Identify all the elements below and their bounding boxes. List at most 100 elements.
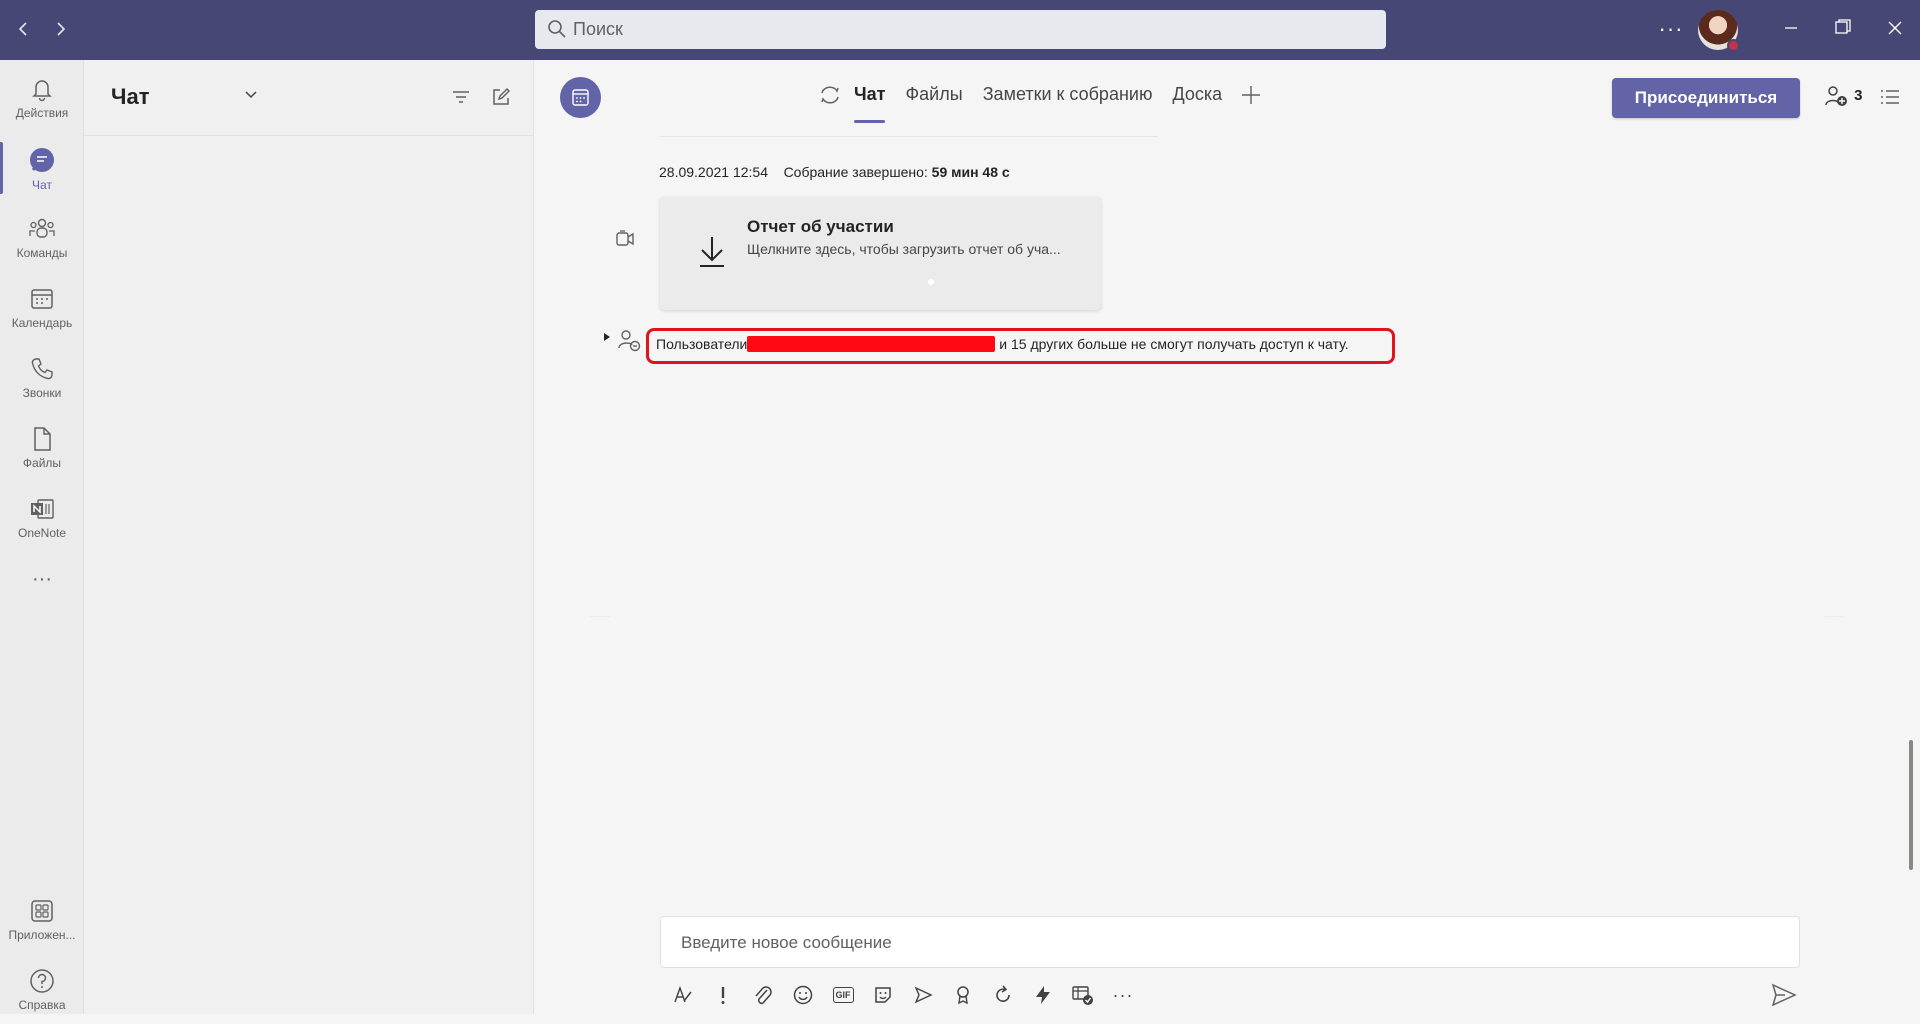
tab-whiteboard[interactable]: Доска bbox=[1172, 84, 1222, 124]
rail-item-calendar[interactable]: Календарь bbox=[0, 280, 84, 342]
status-busy-indicator bbox=[1727, 39, 1740, 52]
scrollbar-thumb[interactable] bbox=[1909, 740, 1913, 870]
loop-button[interactable] bbox=[983, 980, 1023, 1010]
meeting-date: 28.09.2021 12:54 bbox=[659, 164, 768, 180]
meet-now-icon bbox=[914, 986, 933, 1004]
search-input[interactable] bbox=[573, 16, 1363, 43]
praise-icon bbox=[957, 986, 969, 1005]
apps-icon bbox=[31, 900, 53, 922]
emoji-icon bbox=[793, 985, 813, 1005]
message-input[interactable] bbox=[681, 929, 1781, 957]
expand-caret-icon[interactable] bbox=[603, 332, 611, 342]
meeting-avatar[interactable] bbox=[560, 77, 601, 118]
more-icon: ··· bbox=[1112, 984, 1134, 1005]
calendar-icon bbox=[31, 289, 53, 309]
compose-toolbar: GIF ··· bbox=[663, 980, 1143, 1010]
close-icon bbox=[1888, 21, 1902, 35]
chat-icon bbox=[30, 148, 54, 172]
search-icon bbox=[548, 20, 566, 38]
rail-item-activity[interactable]: Действия bbox=[0, 70, 84, 132]
chevron-right-icon bbox=[57, 22, 66, 36]
message-divider bbox=[660, 136, 1158, 137]
chat-list-header: Чат bbox=[84, 60, 533, 136]
faint-divider bbox=[590, 616, 610, 617]
loop-icon bbox=[996, 985, 1010, 1002]
rail-item-apps[interactable]: Приложен... bbox=[0, 892, 84, 954]
minimize-icon bbox=[1785, 27, 1797, 29]
chevron-left-icon bbox=[18, 22, 27, 36]
praise-button[interactable] bbox=[943, 980, 983, 1010]
meeting-ended-label: Собрание завершено: bbox=[783, 164, 928, 180]
rail-item-teams[interactable]: Команды bbox=[0, 210, 84, 272]
rail-item-calls[interactable]: Звонки bbox=[0, 350, 84, 412]
rail-item-help[interactable]: Справка bbox=[0, 962, 84, 1024]
meeting-ended-meta: 28.09.2021 12:54 Собрание завершено: 59 … bbox=[659, 164, 1010, 180]
phone-icon bbox=[31, 358, 53, 380]
join-meeting-button[interactable]: Присоединиться bbox=[1612, 78, 1800, 118]
rail-label: Чат bbox=[32, 178, 52, 192]
sync-icon[interactable] bbox=[818, 84, 842, 106]
back-button[interactable] bbox=[10, 16, 38, 44]
stream-button[interactable] bbox=[1023, 980, 1063, 1010]
system-message-suffix: и 15 других больше не смогут получать до… bbox=[995, 336, 1349, 352]
more-options-button[interactable]: ··· bbox=[1103, 980, 1143, 1010]
filter-icon[interactable] bbox=[450, 86, 472, 108]
meeting-recording-icon bbox=[616, 230, 634, 246]
rail-label: Файлы bbox=[22, 456, 62, 470]
meeting-header: Чат Файлы Заметки к собранию Доска Присо… bbox=[535, 60, 1920, 136]
minimize-button[interactable] bbox=[1774, 14, 1808, 46]
add-tab-icon[interactable] bbox=[1240, 84, 1262, 106]
card-title: Отчет об участии bbox=[747, 217, 894, 236]
rail-label: Звонки bbox=[22, 386, 62, 400]
bell-icon bbox=[32, 80, 52, 102]
meet-now-button[interactable] bbox=[903, 980, 943, 1010]
chevron-down-icon[interactable] bbox=[244, 90, 258, 100]
participants-button[interactable]: 3 bbox=[1824, 84, 1863, 112]
search-box[interactable] bbox=[535, 10, 1386, 49]
compose-box[interactable] bbox=[660, 916, 1800, 968]
download-icon bbox=[700, 237, 724, 267]
maximize-button[interactable] bbox=[1826, 14, 1860, 46]
settings-more-button[interactable]: ··· bbox=[1656, 12, 1686, 46]
new-chat-icon[interactable] bbox=[490, 86, 512, 108]
chat-list-title[interactable]: Чат bbox=[111, 84, 149, 110]
forward-button[interactable] bbox=[46, 16, 74, 44]
attach-button[interactable] bbox=[743, 980, 783, 1010]
card-indicator-dot bbox=[928, 279, 934, 285]
calendar-icon bbox=[572, 89, 589, 106]
restore-icon bbox=[1835, 19, 1851, 34]
attendance-report-card[interactable]: Отчет об участии Щелкните здесь, чтобы з… bbox=[660, 197, 1101, 310]
priority-button[interactable] bbox=[703, 980, 743, 1010]
rail-item-files[interactable]: Файлы bbox=[0, 420, 84, 482]
approvals-button[interactable] bbox=[1063, 980, 1103, 1010]
profile-avatar[interactable] bbox=[1698, 10, 1740, 52]
rail-more-apps-button[interactable]: ··· bbox=[0, 564, 84, 604]
help-icon bbox=[30, 969, 54, 993]
tab-files[interactable]: Файлы bbox=[905, 84, 962, 124]
chat-list-panel: Чат bbox=[84, 60, 534, 1014]
rail-item-chat[interactable]: Чат bbox=[0, 140, 84, 202]
faint-divider bbox=[1825, 616, 1845, 617]
emoji-button[interactable] bbox=[783, 980, 823, 1010]
bolt-icon bbox=[1036, 986, 1050, 1004]
send-icon[interactable] bbox=[1769, 980, 1799, 1010]
tab-chat[interactable]: Чат bbox=[854, 84, 886, 124]
rail-label: Справка bbox=[18, 998, 66, 1012]
rail-label: OneNote bbox=[17, 526, 67, 540]
rail-label: Календарь bbox=[11, 316, 73, 330]
person-removed-icon bbox=[618, 330, 641, 352]
rail-label: Команды bbox=[16, 246, 68, 260]
rail-item-onenote[interactable]: OneNote bbox=[0, 490, 84, 552]
close-window-button[interactable] bbox=[1878, 14, 1912, 46]
format-icon bbox=[674, 985, 692, 1003]
tab-meeting-notes[interactable]: Заметки к собранию bbox=[983, 84, 1153, 124]
format-button[interactable] bbox=[663, 980, 703, 1010]
gif-button[interactable]: GIF bbox=[823, 980, 863, 1010]
sticker-button[interactable] bbox=[863, 980, 903, 1010]
sticker-icon bbox=[875, 987, 891, 1003]
approvals-icon bbox=[1072, 986, 1093, 1005]
meeting-duration: 59 мин 48 с bbox=[931, 164, 1010, 180]
onenote-icon bbox=[31, 499, 54, 519]
participants-count: 3 bbox=[1854, 86, 1863, 104]
list-icon[interactable] bbox=[1879, 86, 1901, 108]
